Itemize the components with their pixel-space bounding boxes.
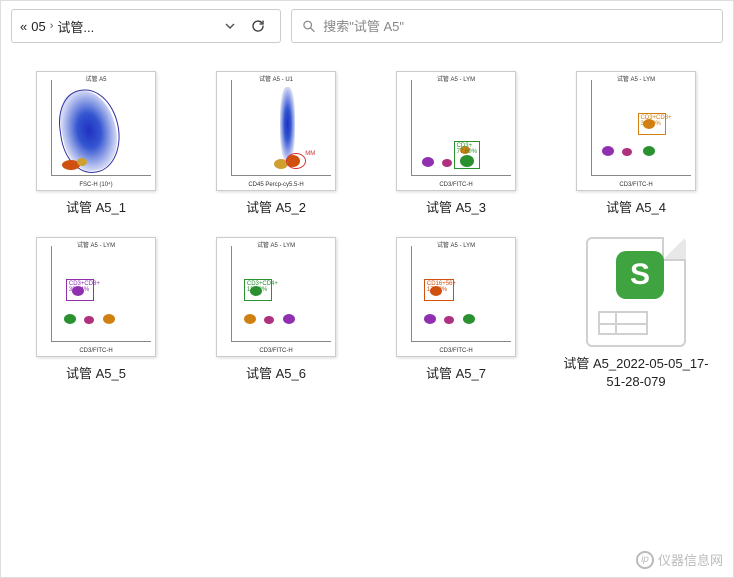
chevron-right-icon: › bbox=[50, 20, 54, 32]
gate-label: CD3+ 77.60% bbox=[454, 141, 480, 169]
file-name: 试管 A5_7 bbox=[426, 365, 486, 383]
watermark-text: 仪器信息网 bbox=[658, 550, 723, 569]
search-icon bbox=[302, 19, 315, 33]
search-input[interactable] bbox=[323, 19, 712, 34]
file-name: 试管 A5_1 bbox=[66, 199, 126, 217]
thumbnail-scatter-plot: 试管 A5 - LYM CD3+CD8+ 30.64% CD3/FITC-H bbox=[36, 237, 156, 357]
toolbar: « 05 › 试管... bbox=[1, 1, 733, 51]
search-box[interactable] bbox=[291, 9, 723, 43]
spreadsheet-icon: S bbox=[586, 237, 686, 347]
thumbnail-scatter-plot: 试管 A5 - LYM CD3+CD8+ 30.20% CD3/FITC-H bbox=[576, 71, 696, 191]
file-item[interactable]: 试管 A5 - U1 MM CD45 Percp-cy5.5-H 试管 A5_2 bbox=[191, 71, 361, 217]
refresh-icon bbox=[251, 19, 265, 33]
plot-xlabel: CD3/FITC-H bbox=[397, 348, 515, 354]
plot-xlabel: CD3/FITC-H bbox=[37, 348, 155, 354]
plot-xlabel: CD45 Percp-cy5.5-H bbox=[217, 182, 335, 188]
thumbnail-scatter-plot: 试管 A5 - LYM CD3+CD4+ 12.22% CD3/FITC-H bbox=[216, 237, 336, 357]
breadcrumb-current[interactable]: 试管... bbox=[57, 17, 94, 36]
refresh-button[interactable] bbox=[244, 12, 272, 40]
file-item[interactable]: 试管 A5 - LYM CD3+ 77.60% CD3/FITC-H 试管 A5… bbox=[371, 71, 541, 217]
file-name: 试管 A5_5 bbox=[66, 365, 126, 383]
file-item[interactable]: 试管 A5 FSC-H (10⁴) 试管 A5_1 bbox=[11, 71, 181, 217]
file-item[interactable]: S 试管 A5_2022-05-05_17-51-28-079 bbox=[551, 237, 721, 391]
gate-label: CD3+CD4+ 12.22% bbox=[244, 279, 272, 301]
gate-label: CD16+56+ 17.58% bbox=[424, 279, 454, 301]
file-item[interactable]: 试管 A5 - LYM CD3+CD8+ 30.20% CD3/FITC-H 试… bbox=[551, 71, 721, 217]
plot-xlabel: FSC-H (10⁴) bbox=[37, 182, 155, 188]
recent-locations-dropdown[interactable] bbox=[216, 12, 244, 40]
chevron-down-icon bbox=[224, 20, 236, 32]
plot-xlabel: CD3/FITC-H bbox=[397, 182, 515, 188]
file-item[interactable]: 试管 A5 - LYM CD3+CD4+ 12.22% CD3/FITC-H 试… bbox=[191, 237, 361, 391]
file-name: 试管 A5_6 bbox=[246, 365, 306, 383]
watermark: ip 仪器信息网 bbox=[636, 550, 723, 569]
plot-xlabel: CD3/FITC-H bbox=[217, 348, 335, 354]
gate-label: CD3+CD8+ 30.64% bbox=[66, 279, 94, 301]
file-item[interactable]: 试管 A5 - LYM CD3+CD8+ 30.64% CD3/FITC-H 试… bbox=[11, 237, 181, 391]
address-bar[interactable]: « 05 › 试管... bbox=[11, 9, 281, 43]
breadcrumb-parent[interactable]: 05 bbox=[31, 19, 45, 34]
gate-label: MM bbox=[303, 150, 317, 158]
thumbnail-scatter-plot: 试管 A5 - U1 MM CD45 Percp-cy5.5-H bbox=[216, 71, 336, 191]
breadcrumb[interactable]: « 05 › 试管... bbox=[20, 17, 216, 36]
thumbnail-scatter-plot: 试管 A5 - LYM CD16+56+ 17.58% CD3/FITC-H bbox=[396, 237, 516, 357]
file-grid: 试管 A5 FSC-H (10⁴) 试管 A5_1 试管 A5 - U1 MM … bbox=[1, 51, 733, 412]
file-item[interactable]: 试管 A5 - LYM CD16+56+ 17.58% CD3/FITC-H 试… bbox=[371, 237, 541, 391]
file-name: 试管 A5_4 bbox=[606, 199, 666, 217]
file-name: 试管 A5_2 bbox=[246, 199, 306, 217]
thumbnail-scatter-plot: 试管 A5 FSC-H (10⁴) bbox=[36, 71, 156, 191]
file-name: 试管 A5_2022-05-05_17-51-28-079 bbox=[561, 355, 711, 391]
history-overflow[interactable]: « bbox=[20, 19, 27, 34]
gate-label: CD3+CD8+ 30.20% bbox=[638, 113, 666, 135]
file-name: 试管 A5_3 bbox=[426, 199, 486, 217]
watermark-logo-icon: ip bbox=[636, 551, 654, 569]
plot-xlabel: CD3/FITC-H bbox=[577, 182, 695, 188]
thumbnail-scatter-plot: 试管 A5 - LYM CD3+ 77.60% CD3/FITC-H bbox=[396, 71, 516, 191]
